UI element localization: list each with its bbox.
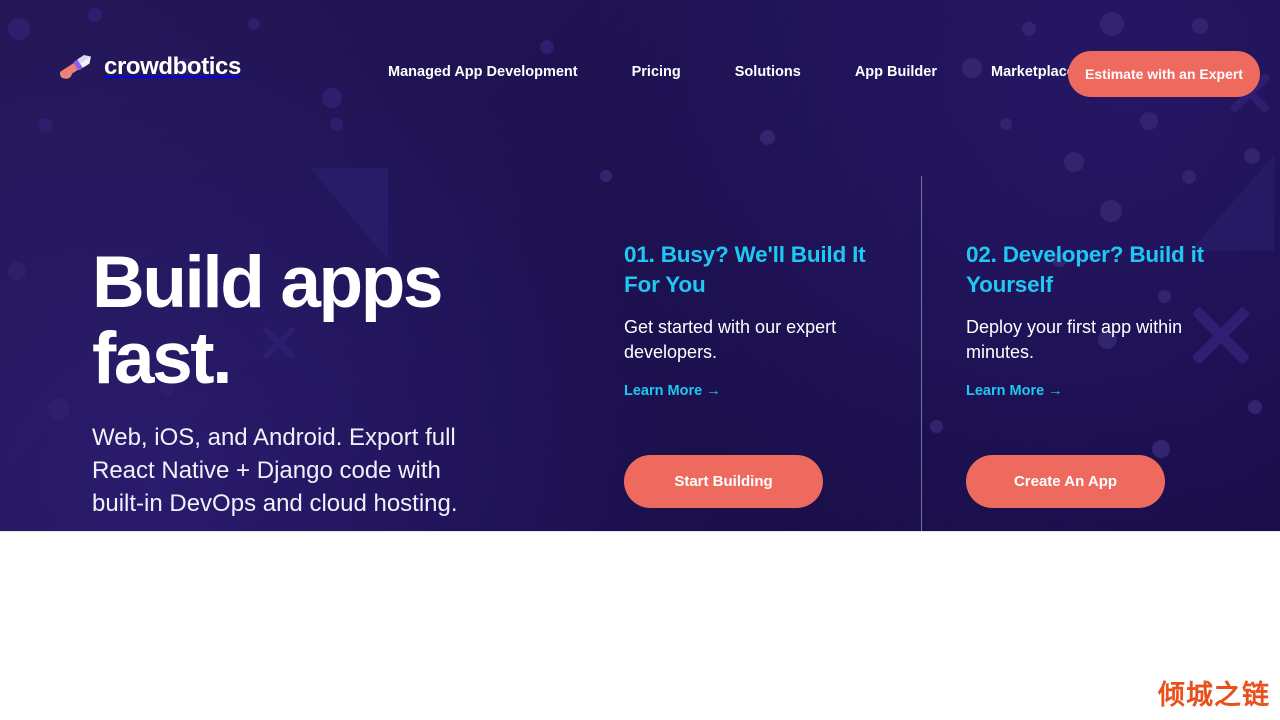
feature-2-body: Deploy your first app within minutes. (966, 317, 1183, 362)
nav-item-solutions[interactable]: Solutions (708, 64, 828, 80)
nav-item-pricing[interactable]: Pricing (605, 64, 708, 80)
nav-item-app-builder[interactable]: App Builder (828, 64, 964, 80)
hero-copy: Build apps fast. Web, iOS, and Android. … (92, 245, 562, 520)
cookie-consent-banner: This website stores cookies on your comp… (0, 531, 1280, 720)
feature-2-learn-more-link[interactable]: Learn More → (966, 383, 1063, 399)
decor-dot (1100, 200, 1122, 222)
feature-1-heading: 01. Busy? We'll Build It For You (624, 242, 866, 297)
decor-dot (600, 170, 612, 182)
decor-dot (1152, 440, 1170, 458)
hero-subtitle: Web, iOS, and Android. Export full React… (92, 424, 458, 517)
decor-triangle-filled-right (1190, 155, 1274, 251)
feature-1-learn-more-link[interactable]: Learn More → (624, 383, 721, 399)
brand-name: crowdbotics (104, 53, 241, 80)
decor-dot (1244, 148, 1260, 164)
estimate-with-an-expert-button[interactable]: Estimate with an Expert (1068, 51, 1260, 97)
decor-dot (1064, 152, 1084, 172)
decor-dot (1182, 170, 1196, 184)
decor-dot (8, 262, 26, 280)
feature-1-body: Get started with our expert developers. (624, 317, 837, 362)
logo-link[interactable]: crowdbotics (56, 53, 241, 81)
start-building-button[interactable]: Start Building (624, 455, 823, 508)
decor-dot (48, 398, 70, 420)
decor-dot (930, 420, 943, 433)
feature-card-2: 02. Developer? Build it Yourself Deploy … (966, 240, 1216, 400)
watermark: 倾城之链 (1158, 680, 1270, 711)
nav-item-managed-app-development[interactable]: Managed App Development (388, 64, 605, 80)
site-header: crowdbotics Managed App Development Pric… (0, 0, 1280, 148)
main-navigation: Managed App Development Pricing Solution… (388, 64, 1161, 80)
column-divider (921, 176, 922, 531)
page-title: Build apps fast. (92, 242, 444, 399)
feature-2-heading: 02. Developer? Build it Yourself (966, 242, 1204, 297)
decor-dot (1248, 400, 1262, 414)
rocket-pencil-icon (56, 53, 94, 81)
feature-card-1: 01. Busy? We'll Build It For You Get sta… (624, 240, 874, 400)
create-an-app-button[interactable]: Create An App (966, 455, 1165, 508)
